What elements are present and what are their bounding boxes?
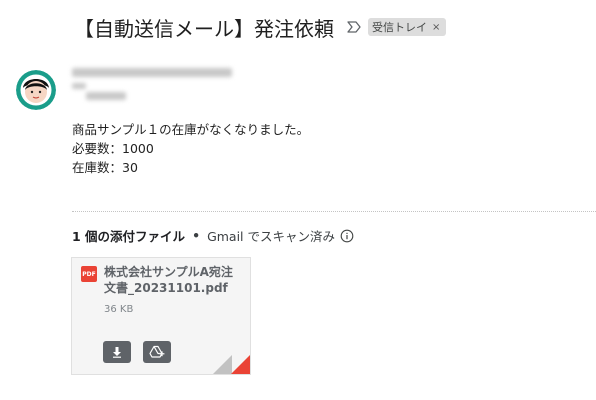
sender-avatar[interactable] [16, 70, 56, 110]
body-line-1: 商品サンプル１の在庫がなくなりました。 [72, 122, 310, 137]
add-to-drive-button[interactable] [143, 341, 171, 363]
important-marker-icon[interactable] [346, 19, 362, 35]
attachment-card[interactable]: PDF 株式会社サンプルA宛注文書_20231101.pdf 36 KB [71, 257, 251, 375]
info-icon[interactable] [340, 229, 354, 243]
remove-label-button[interactable]: × [432, 22, 440, 33]
attachment-count: 1 個の添付ファイル [72, 229, 186, 244]
recipient-detail-redacted [86, 92, 126, 100]
pdf-icon: PDF [81, 266, 97, 282]
attachment-divider [72, 211, 596, 212]
email-subject: 【自動送信メール】発注依頼 [74, 16, 334, 41]
card-corner-accent [231, 355, 250, 374]
email-body: 商品サンプル１の在庫がなくなりました。 必要数：1000 在庫数：30 [72, 120, 309, 177]
download-button[interactable] [103, 341, 131, 363]
sender-info-redacted [72, 68, 232, 106]
attachment-size: 36 KB [104, 304, 134, 315]
card-fold-decoration [213, 355, 232, 374]
subject-row: 【自動送信メール】発注依頼 受信トレイ × [74, 12, 447, 42]
label-text: 受信トレイ [372, 21, 427, 34]
separator-dot: • [192, 228, 201, 243]
add-to-drive-icon [149, 345, 165, 358]
body-line-2: 必要数：1000 [72, 141, 154, 156]
download-icon [113, 347, 121, 358]
attachment-filename: 株式会社サンプルA宛注文書_20231101.pdf [104, 265, 233, 295]
recipient-redacted [72, 83, 86, 89]
inbox-label-chip: 受信トレイ × [368, 18, 447, 36]
sender-name-redacted [72, 68, 232, 77]
attachment-header: 1 個の添付ファイル • Gmail でスキャン済み [72, 226, 354, 245]
body-line-3: 在庫数：30 [72, 160, 138, 175]
scan-status: Gmail でスキャン済み [207, 229, 336, 244]
